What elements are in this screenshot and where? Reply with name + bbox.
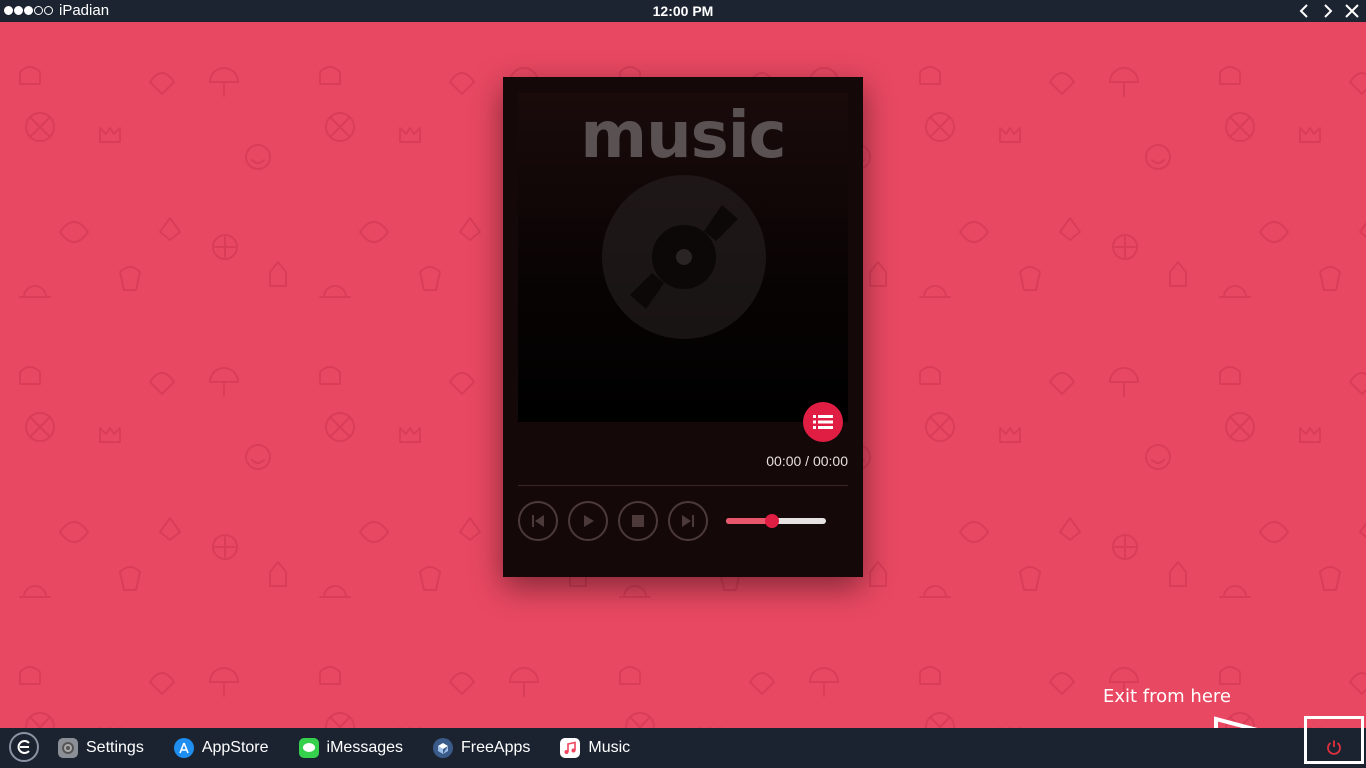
- volume-knob[interactable]: [765, 514, 779, 528]
- vinyl-record-icon: [602, 175, 766, 339]
- taskbar-item-appstore[interactable]: AppStore: [173, 738, 269, 758]
- taskbar-item-freeapps[interactable]: FreeApps: [433, 738, 530, 758]
- previous-icon: [532, 515, 544, 527]
- stop-button[interactable]: [618, 501, 658, 541]
- taskbar-item-settings[interactable]: Settings: [58, 738, 144, 758]
- status-time: 12:00 PM: [652, 3, 714, 19]
- taskbar-item-label: Music: [588, 739, 631, 756]
- home-button[interactable]: [9, 732, 39, 762]
- list-icon: [813, 415, 833, 429]
- window-controls: [1296, 3, 1360, 19]
- volume-slider[interactable]: [726, 514, 826, 528]
- chevron-right-icon[interactable]: [1320, 3, 1336, 19]
- chevron-left-icon[interactable]: [1296, 3, 1312, 19]
- taskbar-item-imessages[interactable]: iMessages: [298, 738, 404, 758]
- music-player: music 00:00 / 00:00: [503, 77, 863, 577]
- play-button[interactable]: [568, 501, 608, 541]
- taskbar-item-music[interactable]: Music: [560, 738, 630, 758]
- divider: [518, 485, 848, 486]
- next-icon: [682, 515, 694, 527]
- player-title: music: [580, 99, 786, 173]
- imessages-icon: [298, 738, 319, 758]
- appstore-icon: [173, 738, 194, 758]
- stop-icon: [632, 515, 644, 527]
- status-bar: iPadian 12:00 PM: [0, 0, 1366, 22]
- taskbar-apps: Settings AppStore iMessages FreeApps Mus…: [58, 728, 660, 768]
- taskbar-item-label: iMessages: [326, 739, 404, 756]
- previous-button[interactable]: [518, 501, 558, 541]
- close-icon[interactable]: [1344, 3, 1360, 19]
- taskbar-item-label: AppStore: [201, 739, 269, 756]
- taskbar-item-label: Settings: [86, 739, 144, 756]
- play-icon: [584, 515, 594, 527]
- exit-annotation: Exit from here: [1103, 686, 1231, 707]
- playback-controls: [518, 501, 708, 541]
- settings-icon: [58, 738, 78, 758]
- power-icon: [1327, 740, 1341, 755]
- time-display: 00:00 / 00:00: [766, 453, 848, 469]
- next-button[interactable]: [668, 501, 708, 541]
- freeapps-icon: [433, 738, 454, 758]
- playlist-button[interactable]: [803, 402, 843, 442]
- taskbar: Settings AppStore iMessages FreeApps Mus…: [0, 728, 1366, 768]
- taskbar-item-label: FreeApps: [461, 739, 531, 756]
- album-art-area: music: [518, 93, 848, 422]
- music-icon: [560, 738, 581, 758]
- home-logo-icon: [17, 740, 30, 754]
- power-button[interactable]: [1304, 716, 1364, 764]
